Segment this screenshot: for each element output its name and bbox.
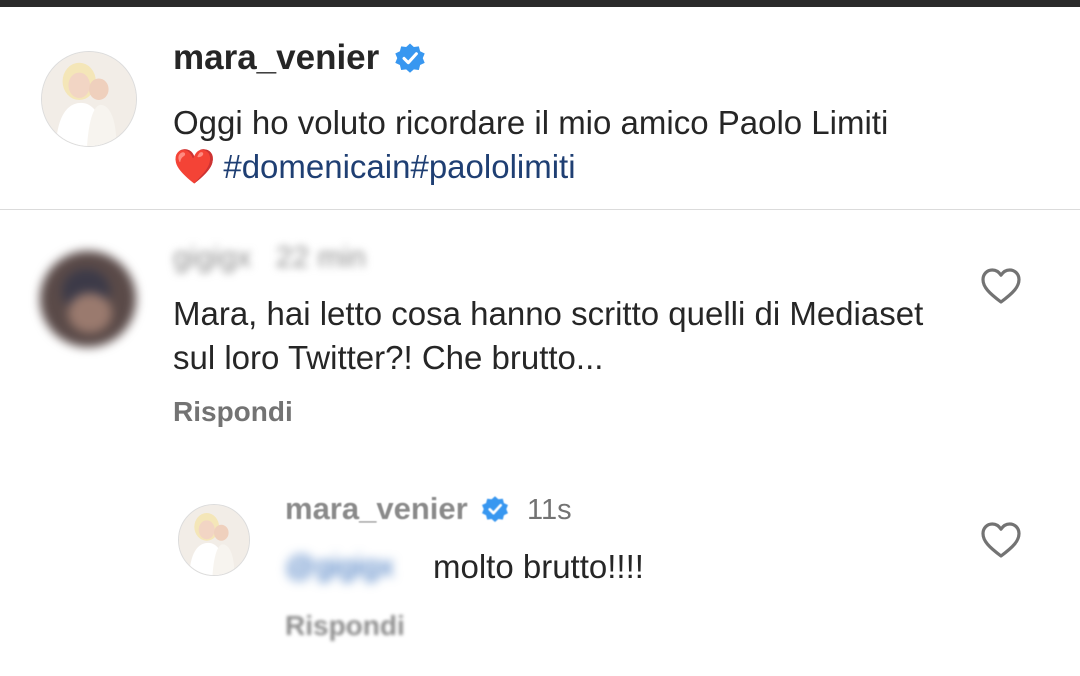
avatar-photo [179, 505, 249, 575]
verified-badge-icon [393, 41, 427, 75]
heart-outline-icon[interactable] [979, 520, 1023, 560]
post-author-username[interactable]: mara_venier [173, 38, 427, 78]
avatar-photo-blurred [40, 251, 136, 347]
top-edge-bar [0, 0, 1080, 7]
mention-link-blurred[interactable]: @gigigx [285, 550, 394, 584]
reply-author-username[interactable]: mara_venier [285, 491, 510, 527]
verified-badge-icon [480, 494, 510, 524]
reply-button[interactable]: Rispondi [285, 610, 405, 642]
post-caption: Oggi ho voluto ricordare il mio amico Pa… [173, 101, 1033, 189]
post-author-avatar[interactable] [41, 51, 137, 147]
hashtag-links[interactable]: #domenicain#paololimiti [223, 148, 575, 185]
caption-line: Oggi ho voluto ricordare il mio amico Pa… [173, 104, 889, 141]
commenter-username: gigigx [173, 241, 252, 274]
red-heart-emoji: ❤️ [173, 148, 216, 186]
username-text[interactable]: mara_venier [173, 38, 379, 78]
heart-outline-icon[interactable] [979, 266, 1023, 306]
reply-author-avatar[interactable] [178, 504, 250, 576]
caption-divider [0, 209, 1080, 210]
comment-text: Mara, hai letto cosa hanno scritto quell… [173, 295, 924, 376]
commenter-avatar[interactable] [40, 251, 136, 347]
avatar-photo [42, 52, 136, 146]
reply-username-text[interactable]: mara_venier [285, 491, 468, 527]
reply-text: molto brutto!!!! [433, 548, 644, 585]
caption-tags-line: ❤️ #domenicain#paololimiti [173, 145, 1033, 189]
reply-button[interactable]: Rispondi [173, 396, 293, 428]
reply-time: 11s [527, 494, 572, 526]
commenter-username-blurred[interactable]: gigigx 22 min [173, 241, 366, 275]
comment-time: 22 min [275, 241, 366, 274]
